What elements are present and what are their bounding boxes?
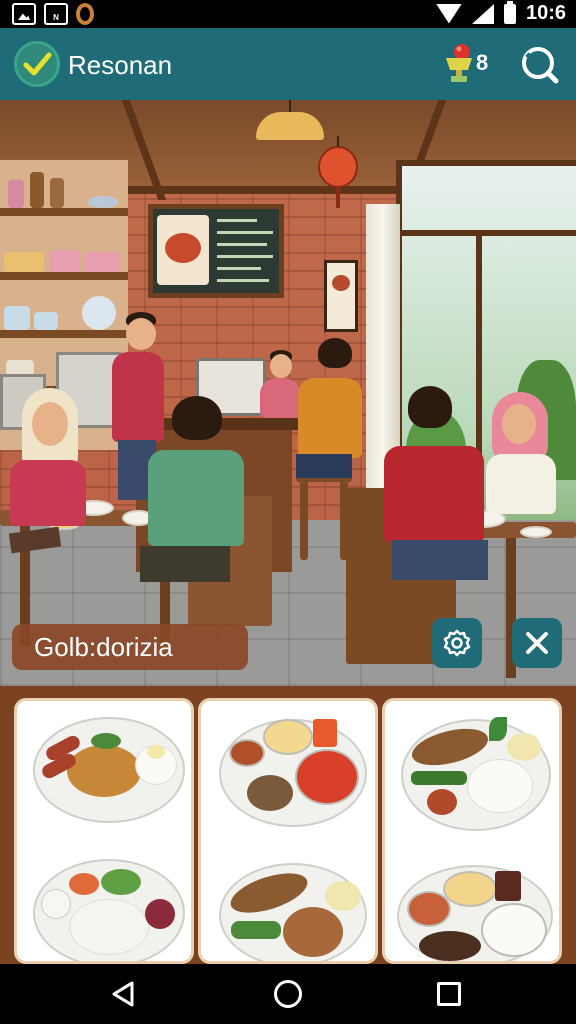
status-right-icons: 10:6 <box>435 0 566 25</box>
green-shirt-man-figure <box>140 396 250 586</box>
potato <box>507 733 541 761</box>
navigation-bar <box>0 964 576 1024</box>
sauce-bowl <box>229 739 265 767</box>
gear-icon <box>443 629 471 657</box>
battery-icon <box>503 0 516 24</box>
signal-icon <box>471 3 494 24</box>
reward-icon[interactable] <box>442 42 476 86</box>
rice <box>69 899 149 955</box>
check-icon <box>23 52 52 76</box>
dish <box>88 196 118 208</box>
item-name-chip[interactable]: Golb:dorizia <box>12 624 248 670</box>
cafe-scene[interactable]: Golb:dorizia <box>0 100 576 686</box>
menu-picture <box>157 215 209 285</box>
corn-bowl <box>263 719 313 755</box>
close-icon <box>526 632 548 654</box>
app-title: Resonan <box>68 50 173 80</box>
red-sweater-man-figure <box>382 386 492 586</box>
zero-icon <box>76 3 94 25</box>
close-button[interactable] <box>512 618 562 668</box>
container <box>50 250 80 272</box>
menu-board <box>148 204 284 298</box>
status-left-icons: N <box>12 3 94 25</box>
hijab-woman-left-figure <box>6 388 90 528</box>
home-icon[interactable] <box>274 980 302 1008</box>
corn-bowl <box>443 871 497 907</box>
wifi-icon <box>435 3 462 24</box>
greens <box>91 733 121 749</box>
container <box>84 252 120 272</box>
drink-cup <box>313 719 337 747</box>
counter-customer-figure <box>290 338 364 508</box>
food-card-tray <box>0 686 576 964</box>
egg <box>147 745 165 759</box>
food-card[interactable] <box>198 698 378 964</box>
fried-rice <box>283 907 343 957</box>
green-beans <box>411 771 467 785</box>
leaf <box>489 717 507 741</box>
app-bar: Resonan 8 <box>0 28 576 100</box>
jar <box>8 180 24 208</box>
egg <box>41 889 71 919</box>
news-icon: N <box>44 3 68 25</box>
container <box>4 252 44 272</box>
reward-count: 8 <box>476 50 489 75</box>
food-card[interactable] <box>382 698 562 964</box>
search-icon[interactable] <box>519 44 559 84</box>
sambal <box>427 789 457 815</box>
drink-cup <box>495 871 521 901</box>
red-lantern <box>318 136 358 208</box>
wall-poster <box>324 260 358 332</box>
settings-button[interactable] <box>432 618 482 668</box>
image-icon <box>12 3 36 25</box>
recent-apps-icon[interactable] <box>437 982 461 1006</box>
green-beans <box>231 921 281 939</box>
back-icon[interactable] <box>110 981 136 1007</box>
fried-side <box>419 931 481 961</box>
bottle <box>30 172 44 208</box>
hijab-woman-right-figure <box>480 392 564 522</box>
container <box>4 306 30 330</box>
ceiling-lamp <box>256 100 324 142</box>
salad <box>101 869 141 895</box>
container <box>34 312 58 330</box>
noodles <box>67 745 141 797</box>
fried-side <box>247 775 293 811</box>
shelf <box>0 272 128 280</box>
status-time: 10:6 <box>525 2 566 24</box>
sambal <box>145 899 175 929</box>
status-bar: N 10:6 <box>0 0 576 28</box>
carrot <box>69 873 99 895</box>
white-rice <box>467 759 533 813</box>
potato <box>325 881 361 911</box>
shelf <box>0 208 128 216</box>
plate <box>520 526 552 538</box>
food-card[interactable] <box>14 698 194 964</box>
rice-bowl <box>481 903 547 957</box>
bottle <box>50 178 64 208</box>
check-badge-icon[interactable] <box>14 41 60 87</box>
soup-bowl <box>295 749 359 805</box>
